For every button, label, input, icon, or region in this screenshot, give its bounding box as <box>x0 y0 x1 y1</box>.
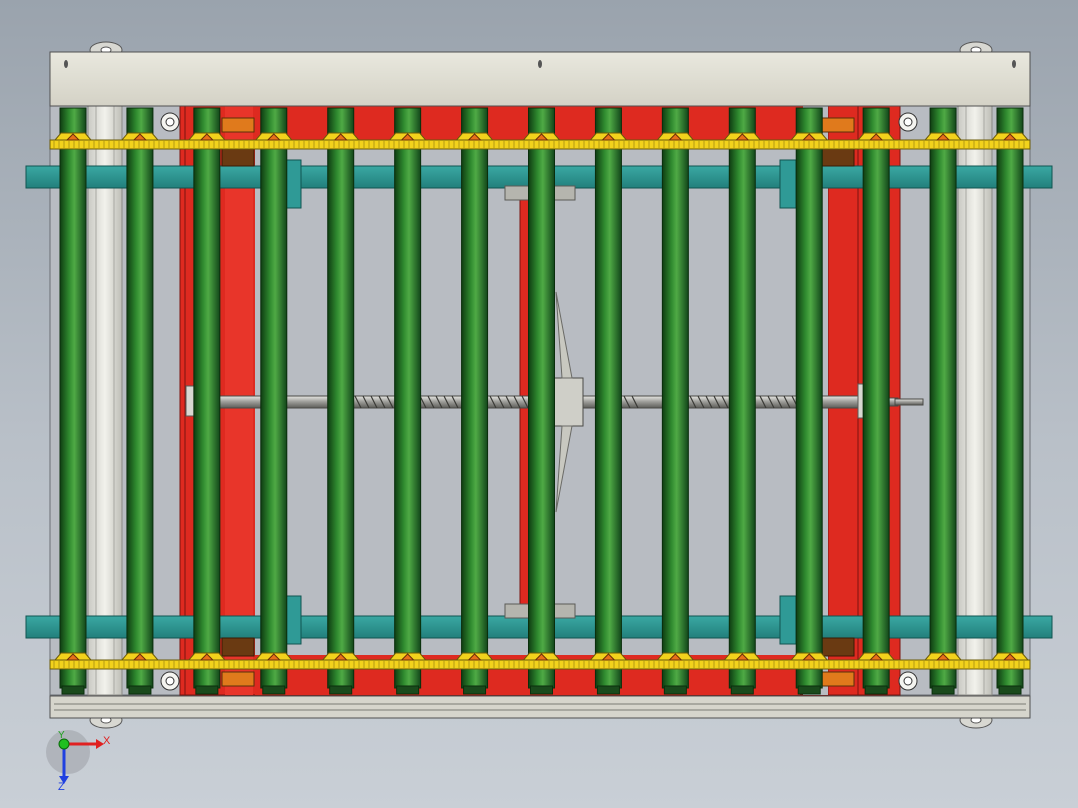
sprocket <box>790 652 829 661</box>
sprocket <box>656 652 695 661</box>
roller <box>327 107 355 695</box>
sprocket <box>187 652 226 661</box>
sprocket <box>388 132 427 141</box>
sprocket <box>990 132 1030 141</box>
sprocket-chain-bottom <box>49 652 1031 670</box>
roller <box>728 107 756 695</box>
sprocket <box>187 132 226 141</box>
roller <box>594 107 622 695</box>
sprocket <box>120 132 160 141</box>
sprocket <box>120 652 160 661</box>
sprocket <box>790 132 829 141</box>
triad-z-label: Z <box>58 781 65 793</box>
sprocket <box>53 652 93 661</box>
roller <box>193 107 221 695</box>
sprocket-chain-top <box>49 132 1031 150</box>
sprocket <box>723 132 762 141</box>
roller-set <box>59 107 1024 695</box>
sprocket <box>455 652 494 661</box>
sprocket <box>522 132 561 141</box>
sprocket <box>990 652 1030 661</box>
axis-triad: X Y Z <box>46 730 111 793</box>
sprocket <box>857 132 896 141</box>
sprocket <box>254 132 293 141</box>
cad-viewport[interactable]: X Y Z <box>0 0 1078 808</box>
conveyor-assembly-drawing: X Y Z <box>25 41 1053 793</box>
roller <box>59 107 87 695</box>
triad-x-label: X <box>103 735 111 747</box>
sprocket <box>522 652 561 661</box>
sprocket <box>53 132 93 141</box>
sprocket <box>923 652 963 661</box>
sprocket <box>857 652 896 661</box>
roller <box>929 107 957 695</box>
roller <box>996 107 1024 695</box>
roller <box>461 107 489 695</box>
triad-y-label: Y <box>58 730 65 741</box>
sprocket <box>321 652 360 661</box>
roller <box>528 107 555 695</box>
bottom-end-plate <box>49 695 1031 719</box>
roller <box>260 107 288 695</box>
sprocket <box>589 132 628 141</box>
top-end-plate <box>49 51 1031 107</box>
roller <box>862 107 890 695</box>
sprocket <box>254 652 293 661</box>
roller <box>126 107 154 695</box>
roller <box>661 107 689 695</box>
sprocket <box>321 132 360 141</box>
sprocket <box>656 132 695 141</box>
roller <box>795 107 823 695</box>
roller <box>394 107 422 695</box>
sprocket <box>723 652 762 661</box>
sprocket <box>589 652 628 661</box>
sprocket <box>388 652 427 661</box>
sprocket <box>923 132 963 141</box>
sprocket <box>455 132 494 141</box>
